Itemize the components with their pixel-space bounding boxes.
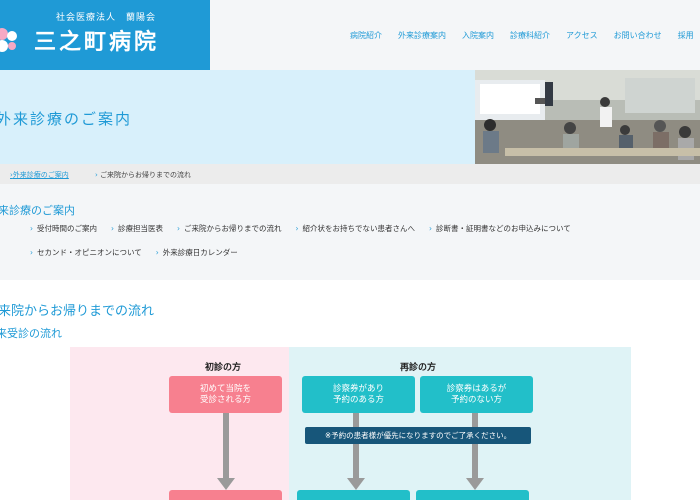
arrow-down-icon [347,478,365,490]
subnav-link-label: 外来診療日カレンダー [162,248,238,257]
breadcrumb-current-label: ご来院からお帰りまでの流れ [100,171,192,179]
subnav-link-calendar[interactable]: › 外来診療日カレンダー [156,247,238,258]
nav-item-departments[interactable]: 診療科紹介 [510,30,550,41]
nav-item-about[interactable]: 病院紹介 [350,30,382,41]
main-nav: 病院紹介 外来診療案内 入院案内 診療科紹介 アクセス お問い合わせ 採用 [350,30,700,41]
flow-box-with-appointment-label: 診察券があり 予約のある方 [332,383,384,405]
arrow-down-icon [217,478,235,490]
subnav-link-second-opinion[interactable]: › セカンド・オピニオンについて [30,247,142,258]
subnav-link-no-referral[interactable]: › 紹介状をお持ちでない患者さんへ [296,223,416,234]
breadcrumb-current: › ご来院からお帰りまでの流れ [95,170,191,180]
chevron-right-icon: › [155,248,159,257]
breadcrumb-link-label: 外来診療のご案内 [12,171,69,179]
nav-item-inpatient[interactable]: 入院案内 [462,30,494,41]
flow-box-without-appointment: 診察券はあるが 予約のない方 [420,376,533,413]
subnav-link-label: 紹介状をお持ちでない患者さんへ [302,224,416,233]
flow-box-first-time: 初めて当院を 受診される方 [169,376,282,413]
flow-arrow [353,444,359,478]
section-subtitle: 来受診の流れ [0,327,62,340]
chevron-right-icon: › [295,224,299,233]
return-visit-panel [289,347,631,500]
chevron-right-icon: › [177,224,180,233]
flow-arrow [472,444,478,478]
subnav-link-label: セカンド・オピニオンについて [37,248,142,257]
nav-item-contact[interactable]: お問い合わせ [614,30,662,41]
arrow-down-icon [466,478,484,490]
subnav-link-doctor-schedule[interactable]: › 診療担当医表 [111,223,163,234]
chevron-right-icon: › [95,171,98,179]
subnav-row-1: › 受付時間のご案内 › 診療担当医表 › ご来院からお帰りまでの流れ › 紹介状をお持… [30,223,585,234]
flow-box-without-appointment-label: 診察券はあるが 予約のない方 [446,383,507,405]
chevron-right-icon: › [30,224,33,233]
flow-box-next-first [169,490,282,500]
nav-item-outpatient[interactable]: 外来診療案内 [398,30,446,41]
nav-item-access[interactable]: アクセス [566,30,598,41]
priority-note: ※予約の患者様が優先になりますのでご了承ください。 [305,427,531,444]
logo-title: 三之町病院 [34,29,160,55]
flow-arrow [353,413,359,427]
logo-subtitle: 社会医療法人 蘭陽会 [56,13,157,23]
chevron-right-icon: › [111,224,114,233]
subnav-row-2: › セカンド・オピニオンについて › 外来診療日カレンダー [30,247,252,258]
subnav-title: 来診療のご案内 [0,204,75,217]
flow-box-next-return-a [297,490,410,500]
section-title: 来院からお帰りまでの流れ [0,304,155,319]
breadcrumb: ›外来診療のご案内 › ご来院からお帰りまでの流れ [0,164,700,184]
subnav-link-reception-hours[interactable]: › 受付時間のご案内 [30,223,97,234]
subnav-link-certificates[interactable]: › 診断書・証明書などのお申込みについて [429,223,571,234]
subnav-link-label: 受付時間のご案内 [37,224,97,233]
subnav-link-label: 診療担当医表 [118,224,163,233]
flow-box-first-time-label: 初めて当院を 受診される方 [199,383,251,405]
chevron-right-icon: › [30,248,33,257]
first-visit-panel [70,347,289,500]
flow-arrow [223,413,229,478]
return-visit-label: 再診の方 [400,363,437,373]
section-subnav: 来診療のご案内 › 受付時間のご案内 › 診療担当医表 › ご来院からお帰りまでの流れ… [0,184,700,280]
page-title: 外来診療のご案内 [0,110,133,128]
site-header: 社会医療法人 蘭陽会 三之町病院 病院紹介 外来診療案内 入院案内 診療科紹介 … [0,0,700,70]
flow-arrow [472,413,478,427]
subnav-link-visit-flow[interactable]: › ご来院からお帰りまでの流れ [177,223,282,234]
page-hero: 外来診療のご案内 [0,70,700,164]
page: 社会医療法人 蘭陽会 三之町病院 病院紹介 外来診療案内 入院案内 診療科紹介 … [0,0,700,500]
flow-box-with-appointment: 診察券があり 予約のある方 [302,376,415,413]
flow-box-next-return-b [416,490,529,500]
subnav-link-label: ご来院からお帰りまでの流れ [184,224,282,233]
flower-logo-icon [0,28,17,52]
waiting-room-photo [475,70,700,164]
first-visit-label: 初診の方 [205,363,242,373]
breadcrumb-item-outpatient[interactable]: ›外来診療のご案内 [10,170,69,180]
logo[interactable]: 社会医療法人 蘭陽会 三之町病院 [0,0,210,70]
subnav-link-label: 診断書・証明書などのお申込みについて [436,224,571,233]
nav-item-recruit[interactable]: 採用 [678,30,694,41]
chevron-right-icon: › [429,224,432,233]
